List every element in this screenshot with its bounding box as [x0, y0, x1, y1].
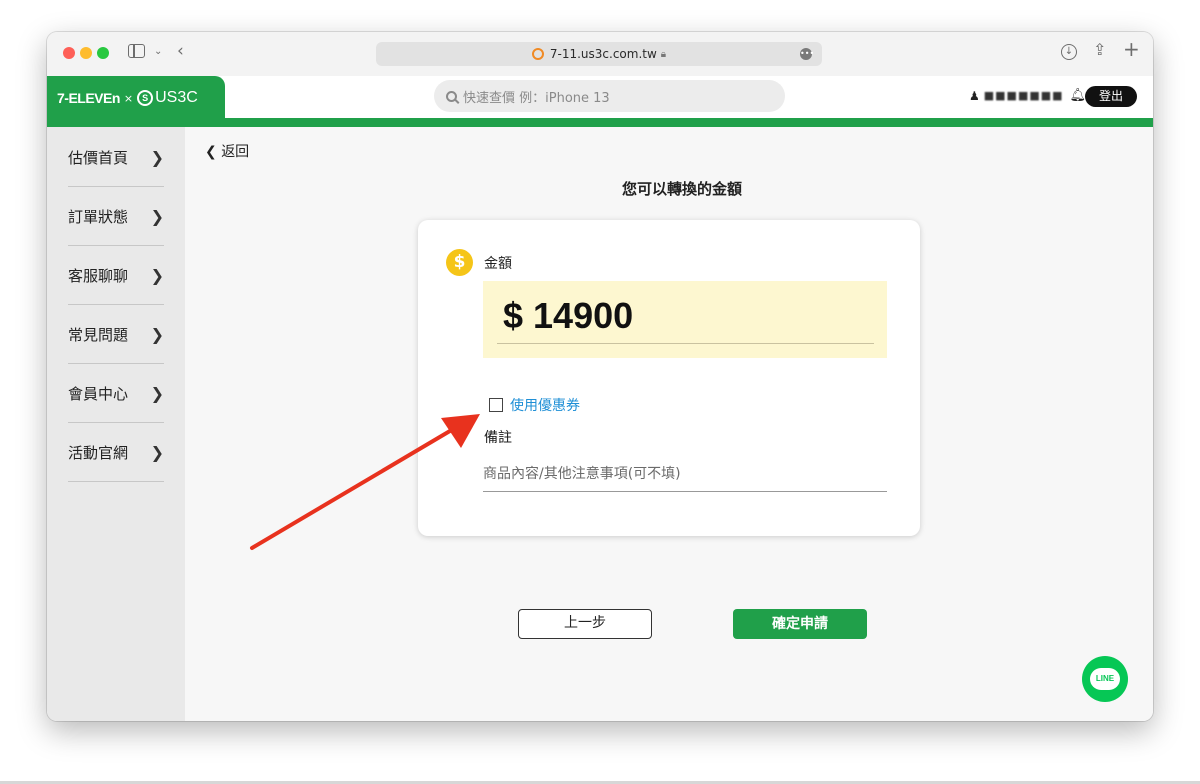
page-title: 您可以轉換的金額	[621, 180, 742, 198]
sidebar-item-chat[interactable]: 客服聊聊 ❯	[68, 246, 164, 305]
sidebar-item-faq[interactable]: 常見問題 ❯	[68, 305, 164, 364]
use-coupon-checkbox[interactable]: 使用優惠券	[489, 395, 580, 415]
user-icon: ♟	[969, 88, 980, 103]
site-favicon-icon	[531, 48, 544, 60]
url-text: 7-11.us3c.com.tw	[549, 47, 657, 61]
sidebar-item-label: 訂單狀態	[68, 207, 129, 226]
confirm-apply-button[interactable]: 確定申請	[733, 609, 867, 639]
sidebar-item-order-status[interactable]: 訂單狀態 ❯	[68, 187, 164, 246]
sidebar-item-label: 常見問題	[68, 325, 129, 344]
line-icon: LINE	[1090, 668, 1120, 690]
logo-separator: ×	[123, 91, 134, 105]
browser-window: ⌄ ‹ 7-11.us3c.com.tw 🔒︎ ••• ↓ ⇪ + 7-ELEV…	[47, 32, 1153, 721]
logout-button[interactable]: 登出	[1085, 86, 1137, 107]
share-icon[interactable]: ⇪	[1093, 42, 1106, 58]
chevron-right-icon: ❯	[150, 383, 164, 403]
chevron-right-icon: ❯	[150, 206, 164, 226]
sidebar-item-events[interactable]: 活動官網 ❯	[68, 423, 164, 482]
lock-icon: 🔒︎	[660, 48, 667, 60]
sidebar-toggle-icon[interactable]	[128, 44, 145, 58]
chevron-right-icon: ❯	[150, 324, 164, 344]
sidebar-item-home[interactable]: 估價首頁 ❯	[68, 128, 164, 187]
remark-label: 備註	[484, 430, 512, 446]
chevron-left-icon: ❮	[205, 144, 217, 160]
amount-value: $ 14900	[503, 295, 634, 336]
sidebar-item-label: 客服聊聊	[68, 266, 129, 285]
search-icon	[446, 90, 457, 102]
sidebar-item-label: 活動官網	[68, 443, 129, 462]
user-name: ■■■■■■■	[983, 89, 1064, 102]
logo-711-text: 7-ELEVEn	[57, 90, 120, 106]
main-content: ❮ 返回 您可以轉換的金額 $ 金額 $ 14900 使用優惠券 備註 上一步 …	[185, 127, 1153, 721]
bell-icon[interactable]: 🔔︎	[1070, 88, 1087, 103]
back-link[interactable]: ❮ 返回	[205, 141, 249, 161]
address-bar[interactable]: 7-11.us3c.com.tw 🔒︎ •••	[376, 42, 822, 66]
header-divider	[47, 118, 1153, 127]
sidebar-item-member[interactable]: 會員中心 ❯	[68, 364, 164, 423]
browser-toolbar: ⌄ ‹ 7-11.us3c.com.tw 🔒︎ ••• ↓ ⇪ +	[47, 32, 1153, 76]
amount-display: $ 14900	[483, 281, 887, 358]
chevron-right-icon: ❯	[150, 442, 164, 462]
chevron-right-icon: ❯	[150, 147, 164, 167]
search-input[interactable]: 快速查價 例：iPhone 13	[434, 80, 785, 112]
chevron-right-icon: ❯	[150, 265, 164, 285]
more-options-icon[interactable]: •••	[800, 48, 814, 60]
site-logo[interactable]: 7-ELEVEn × S US3C	[47, 76, 225, 120]
download-icon[interactable]: ↓	[1061, 44, 1077, 60]
dollar-coin-icon: $	[446, 249, 473, 276]
search-placeholder: 快速查價 例：iPhone 13	[463, 90, 610, 106]
user-menu[interactable]: ♟ ■■■■■■■ 🔔︎	[969, 88, 1086, 103]
amount-card: $ 金額 $ 14900 使用優惠券 備註	[418, 220, 920, 536]
us3c-logo-icon: S	[137, 90, 154, 106]
checkbox-icon[interactable]	[489, 398, 503, 412]
line-chat-button[interactable]: LINE	[1082, 656, 1128, 702]
remark-input[interactable]	[483, 456, 887, 492]
back-navigation-icon[interactable]: ‹	[177, 43, 184, 60]
sidebar: 估價首頁 ❯ 訂單狀態 ❯ 客服聊聊 ❯ 常見問題 ❯ 會員中心 ❯ 活動官網 …	[47, 127, 185, 721]
site-header: 7-ELEVEn × S US3C 快速查價 例：iPhone 13 ♟ ■■■…	[47, 76, 1153, 120]
minimize-window-button[interactable]	[80, 47, 92, 59]
logo-us3c: S US3C	[137, 89, 198, 107]
previous-step-button[interactable]: 上一步	[518, 609, 652, 639]
sidebar-item-label: 估價首頁	[68, 148, 129, 167]
coupon-label[interactable]: 使用優惠券	[510, 395, 580, 415]
sidebar-item-label: 會員中心	[68, 384, 129, 403]
amount-label: 金額	[484, 256, 512, 272]
amount-underline	[497, 343, 874, 344]
chevron-down-icon[interactable]: ⌄	[154, 44, 162, 60]
zoom-window-button[interactable]	[97, 47, 109, 59]
back-label: 返回	[221, 144, 250, 160]
close-window-button[interactable]	[63, 47, 75, 59]
logo-us3c-text: US3C	[155, 89, 198, 106]
new-tab-icon[interactable]: +	[1123, 39, 1140, 59]
